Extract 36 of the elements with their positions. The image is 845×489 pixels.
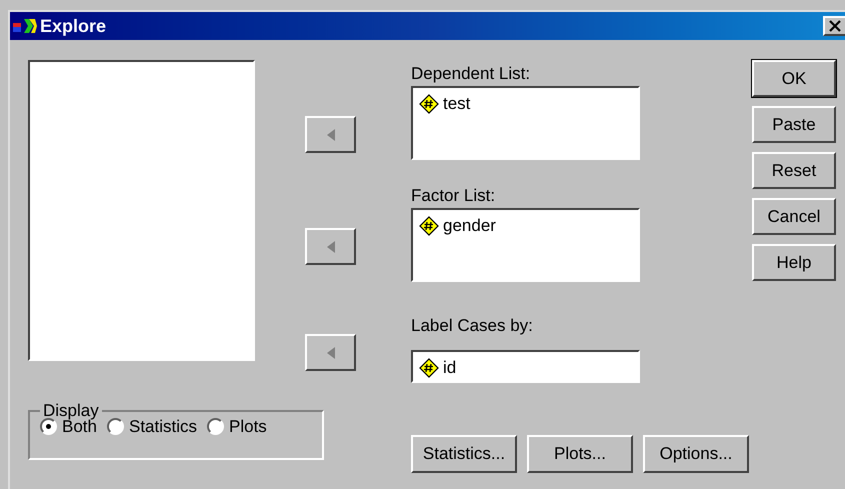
move-arrow-button[interactable] xyxy=(305,116,356,153)
move-arrow-button[interactable] xyxy=(305,228,356,265)
scale-variable-icon xyxy=(419,216,439,236)
radio-button[interactable] xyxy=(106,418,124,435)
scale-variable-icon xyxy=(419,94,439,114)
dialog-button[interactable]: Plots... xyxy=(527,435,633,473)
dialog-button[interactable]: Cancel xyxy=(752,198,836,235)
variable-field[interactable]: id xyxy=(411,350,640,383)
close-icon xyxy=(829,20,841,32)
radio-button[interactable] xyxy=(40,418,57,435)
radio-button[interactable] xyxy=(207,418,224,435)
move-arrow-button[interactable] xyxy=(305,334,356,371)
dialog-button[interactable]: Options... xyxy=(643,435,749,473)
left-triangle-icon xyxy=(326,240,334,252)
dialog-button[interactable]: OK xyxy=(752,60,836,97)
dialog-button[interactable]: Help xyxy=(752,244,836,281)
scale-variable-icon xyxy=(419,358,439,378)
variable-name: test xyxy=(443,93,470,115)
variable-list[interactable]: gender xyxy=(411,208,640,282)
dialog-button[interactable]: Paste xyxy=(752,106,836,143)
close-button[interactable] xyxy=(823,16,845,36)
variable-name: gender xyxy=(443,215,496,237)
variable-name: id xyxy=(443,357,456,379)
display-radio-option[interactable]: Plots xyxy=(207,414,267,439)
left-triangle-icon xyxy=(326,128,334,140)
app-logo-icon xyxy=(12,16,38,36)
box-label: Label Cases by: xyxy=(411,316,534,336)
box-label: Factor List: xyxy=(411,186,496,206)
window-title: Explore xyxy=(40,14,106,38)
display-radio-option[interactable]: Statistics xyxy=(106,414,198,439)
dialog-button[interactable]: Reset xyxy=(752,152,836,189)
display-group-title: Display xyxy=(42,400,100,420)
box-label: Dependent List: xyxy=(411,64,532,84)
dialog-button[interactable]: Statistics... xyxy=(411,435,517,473)
variable-list[interactable]: test xyxy=(411,86,640,160)
left-triangle-icon xyxy=(326,346,334,358)
